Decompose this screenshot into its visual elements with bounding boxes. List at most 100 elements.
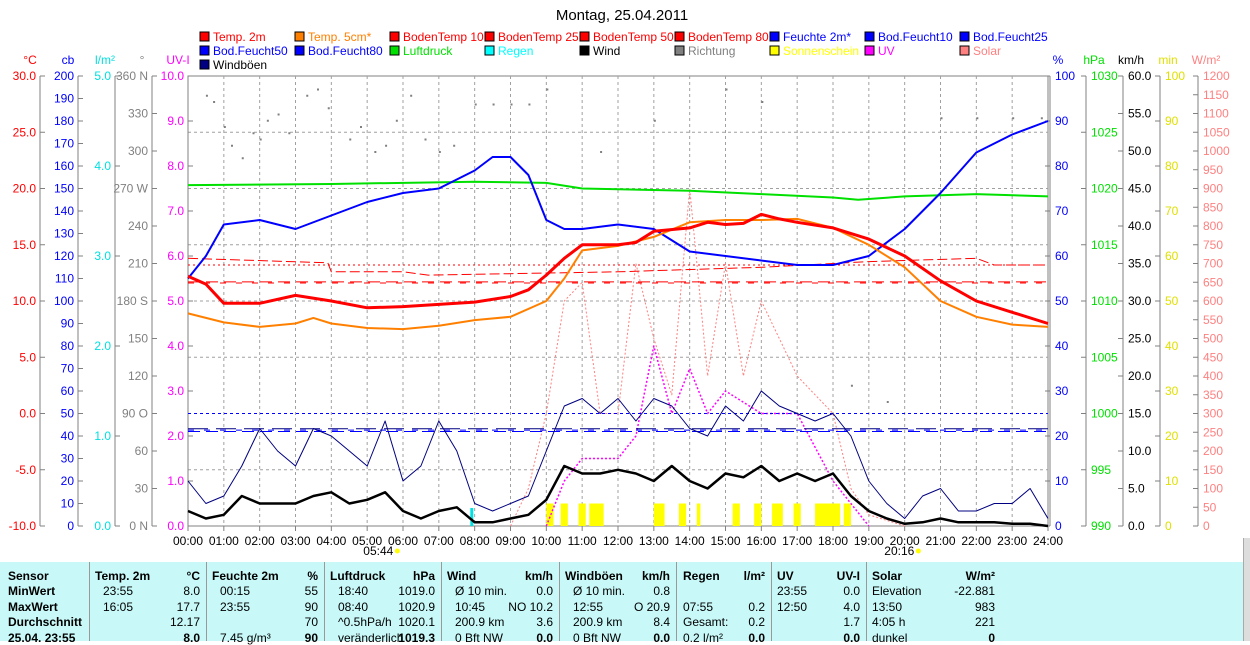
- direction-point: [213, 101, 216, 103]
- hum-tick-label: 40: [1055, 339, 1069, 353]
- legend-label[interactable]: Bod.Feucht50: [213, 44, 288, 58]
- legend-label[interactable]: BodenTemp 25: [498, 30, 579, 44]
- table-cell: 08:40: [338, 599, 369, 614]
- hum-tick-label: 20: [1055, 429, 1069, 443]
- legend-label[interactable]: Wind: [593, 44, 620, 58]
- x-tick-label: 17:00: [782, 534, 812, 548]
- x-tick-label: 19:00: [854, 534, 884, 548]
- table-cell-value: 90: [304, 630, 318, 645]
- wind-tick-label: 35.0: [1128, 257, 1152, 271]
- table-cell-value: 1.7: [843, 615, 860, 629]
- legend-label[interactable]: Feuchte 2m*: [783, 30, 851, 44]
- direction-point: [1012, 117, 1015, 120]
- legend-label[interactable]: Sonnenschein: [783, 44, 859, 58]
- table-cell: 12:50: [777, 599, 808, 614]
- legend-label[interactable]: BodenTemp 10: [403, 30, 484, 44]
- cb-tick-label: 0: [67, 519, 74, 533]
- x-tick-label: 22:00: [961, 534, 991, 548]
- solar-tick-label: 500: [1203, 332, 1223, 346]
- solar-tick-label: 950: [1203, 163, 1223, 177]
- rain-bar: [470, 508, 474, 526]
- x-tick-label: 01:00: [209, 534, 239, 548]
- sunshine-bar: [589, 503, 604, 526]
- table-divider: [676, 562, 677, 641]
- legend-label[interactable]: Solar: [973, 44, 1001, 58]
- direction-point: [1040, 117, 1043, 120]
- direction-point: [438, 151, 441, 153]
- legend-label[interactable]: UV: [878, 44, 895, 58]
- press-tick-label: 1005: [1091, 350, 1118, 364]
- scrollbar[interactable]: [1243, 538, 1250, 641]
- x-tick-label: 14:00: [675, 534, 705, 548]
- table-cell: Ø 10 min.: [573, 584, 626, 598]
- legend-label[interactable]: Luftdruck: [403, 44, 453, 58]
- legend-swatch: [674, 31, 685, 42]
- legend-swatch: [769, 31, 780, 42]
- sun-tick-label: 70: [1165, 204, 1179, 218]
- wind-tick-label: 45.0: [1128, 182, 1152, 196]
- sun-tick-label: 80: [1165, 159, 1179, 173]
- rain-tick-label: 4.0: [94, 159, 111, 173]
- legend-label[interactable]: Temp. 5cm*: [308, 30, 372, 44]
- legend-label[interactable]: BodenTemp 50: [593, 30, 674, 44]
- table-cell-value: 1020.9: [398, 599, 435, 614]
- sunshine-bar: [546, 503, 554, 526]
- solar-tick-label: 1200: [1203, 69, 1230, 83]
- direction-point: [252, 132, 255, 135]
- solar-axis-unit: W/m²: [1192, 53, 1221, 67]
- table-cell-value: 8.0: [183, 584, 200, 598]
- sun-tick-label: 60: [1165, 249, 1179, 263]
- sunshine-bar: [772, 503, 783, 526]
- table-cell: 4:05 h: [872, 615, 906, 629]
- uv-tick-label: 1.0: [167, 474, 184, 488]
- x-tick-label: 21:00: [925, 534, 955, 548]
- legend-label[interactable]: Richtung: [688, 44, 735, 58]
- legend-label[interactable]: Windböen: [213, 58, 267, 72]
- table-cell: 7.45 g/m³: [220, 630, 271, 645]
- solar-tick-label: 650: [1203, 275, 1223, 289]
- x-tick-label: 10:00: [531, 534, 561, 548]
- table-cell-value: 1019.0: [398, 584, 435, 598]
- press-axis-unit: hPa: [1083, 53, 1105, 67]
- press-tick-label: 1015: [1091, 238, 1118, 252]
- dir-tick-label: 120: [128, 369, 148, 383]
- press-tick-label: 1030: [1091, 69, 1118, 83]
- press-tick-label: 1020: [1091, 182, 1118, 196]
- table-cell-value: 90: [304, 599, 318, 614]
- solar-tick-label: 900: [1203, 182, 1223, 196]
- press-tick-label: 1000: [1091, 407, 1118, 421]
- rain-tick-label: 1.0: [94, 429, 111, 443]
- table-cell: 23:55: [103, 584, 134, 598]
- legend-label[interactable]: BodenTemp 80: [688, 30, 769, 44]
- x-tick-label: 08:00: [460, 534, 490, 548]
- uv-tick-label: 7.0: [167, 204, 184, 218]
- solar-tick-label: 200: [1203, 444, 1223, 458]
- solar-tick-label: 300: [1203, 407, 1223, 421]
- direction-point: [976, 117, 979, 120]
- table-cell-value: 3.6: [536, 615, 553, 629]
- hum-tick-label: 0: [1055, 519, 1062, 533]
- wind-tick-label: 5.0: [1128, 482, 1145, 496]
- column-header: Wind: [447, 569, 477, 583]
- solar-tick-label: 400: [1203, 369, 1223, 383]
- wind-tick-label: 25.0: [1128, 332, 1152, 346]
- legend-label[interactable]: Bod.Feucht10: [878, 30, 953, 44]
- legend-label[interactable]: Regen: [498, 44, 533, 58]
- solar-tick-label: 550: [1203, 313, 1223, 327]
- legend-label[interactable]: Bod.Feucht25: [973, 30, 1048, 44]
- press-tick-label: 990: [1091, 519, 1111, 533]
- direction-point: [510, 103, 513, 106]
- x-tick-label: 16:00: [746, 534, 776, 548]
- table-cell: 00:15: [220, 584, 251, 598]
- legend-swatch: [769, 45, 780, 56]
- table-divider: [89, 562, 90, 641]
- legend-label[interactable]: Temp. 2m: [213, 30, 266, 44]
- dir-tick-label: 150: [128, 332, 148, 346]
- direction-point: [940, 117, 943, 120]
- direction-point: [266, 119, 269, 122]
- legend-label[interactable]: Bod.Feucht80: [308, 44, 383, 58]
- cb-tick-label: 190: [54, 92, 74, 106]
- sun-tick-label: 50: [1165, 294, 1179, 308]
- table-cell: 0 Bft NW: [573, 630, 622, 645]
- column-unit: UV-I: [836, 569, 860, 583]
